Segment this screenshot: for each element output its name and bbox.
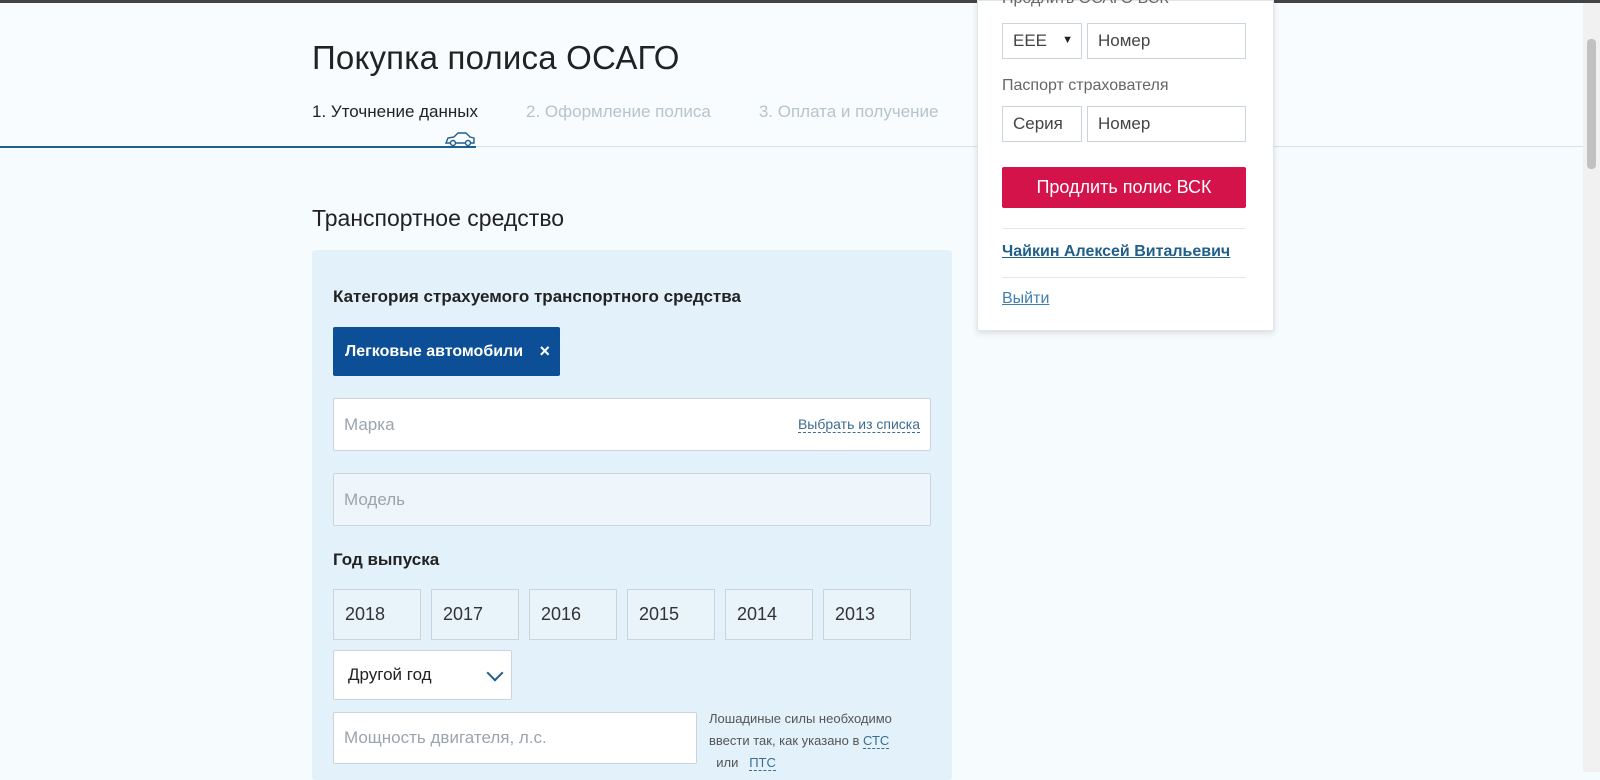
policy-series-select[interactable]: ЕЕЕ ▼ (1002, 23, 1082, 59)
dropdown-arrow-icon: ▼ (1062, 34, 1073, 46)
close-icon[interactable]: × (539, 341, 550, 362)
year-button-2015[interactable]: 2015 (627, 589, 715, 640)
engine-power-placeholder: Мощность двигателя, л.с. (344, 728, 547, 747)
scrollbar-thumb[interactable] (1587, 39, 1596, 169)
passport-series-input[interactable]: Серия (1002, 106, 1082, 142)
year-button-2014[interactable]: 2014 (725, 589, 813, 640)
other-year-select[interactable]: Другой год (333, 650, 512, 700)
passport-label: Паспорт страхователя (1002, 77, 1169, 94)
pts-link[interactable]: ПТС (749, 755, 776, 771)
page-header: Покупка полиса ОСАГО 1. Уточнение данных… (0, 3, 1583, 148)
step-progress-bar (0, 146, 476, 148)
steps-nav: 1. Уточнение данных 2. Оформление полиса… (312, 102, 987, 122)
sts-link[interactable]: СТС (862, 733, 890, 749)
user-profile-link[interactable]: Чайкин Алексей Витальевич (1002, 243, 1230, 261)
panel-divider (1002, 277, 1246, 278)
car-icon (444, 132, 475, 147)
brand-input[interactable]: Марка Выбрать из списка (333, 398, 931, 451)
step-3: 3. Оплата и получение (758, 102, 939, 121)
scrollbar[interactable] (1583, 3, 1600, 772)
year-button-2016[interactable]: 2016 (529, 589, 617, 640)
logout-link[interactable]: Выйти (1002, 290, 1049, 308)
other-year-label: Другой год (348, 665, 432, 684)
year-button-2017[interactable]: 2017 (431, 589, 519, 640)
policy-number-input[interactable]: Номер (1087, 23, 1246, 59)
category-chip[interactable]: Легковые автомобили × (333, 327, 560, 376)
step-2: 2. Оформление полиса (526, 102, 711, 121)
engine-power-hint: Лошадиные силы необходимо ввести так, ка… (709, 708, 909, 774)
choose-from-list-link[interactable]: Выбрать из списка (797, 416, 920, 433)
engine-power-input[interactable]: Мощность двигателя, л.с. (333, 712, 697, 764)
model-input[interactable]: Модель (333, 473, 931, 526)
chevron-down-icon (486, 664, 504, 682)
category-chip-label: Легковые автомобили (345, 342, 524, 360)
passport-number-input[interactable]: Номер (1087, 106, 1246, 142)
passport-series-placeholder: Серия (1013, 114, 1063, 133)
panel-divider (1002, 228, 1246, 229)
passport-number-placeholder: Номер (1098, 114, 1151, 133)
year-label: Год выпуска (333, 550, 440, 569)
category-label: Категория страхуемого транспортного сред… (333, 287, 741, 306)
hint-text-2: или (716, 755, 739, 770)
renew-policy-button[interactable]: Продлить полис ВСК (1002, 167, 1246, 208)
page-title: Покупка полиса ОСАГО (312, 39, 680, 76)
year-button-2018[interactable]: 2018 (333, 589, 421, 640)
policy-number-placeholder: Номер (1098, 31, 1151, 50)
brand-placeholder: Марка (344, 414, 395, 434)
section-title-vehicle: Транспортное средство (312, 205, 565, 231)
year-button-2013[interactable]: 2013 (823, 589, 911, 640)
policy-series-value: ЕЕЕ (1013, 31, 1048, 50)
step-1[interactable]: 1. Уточнение данных (312, 102, 478, 122)
model-placeholder: Модель (344, 489, 406, 509)
renew-heading: Продлить ОСАГО ВСК (1002, 0, 1169, 8)
